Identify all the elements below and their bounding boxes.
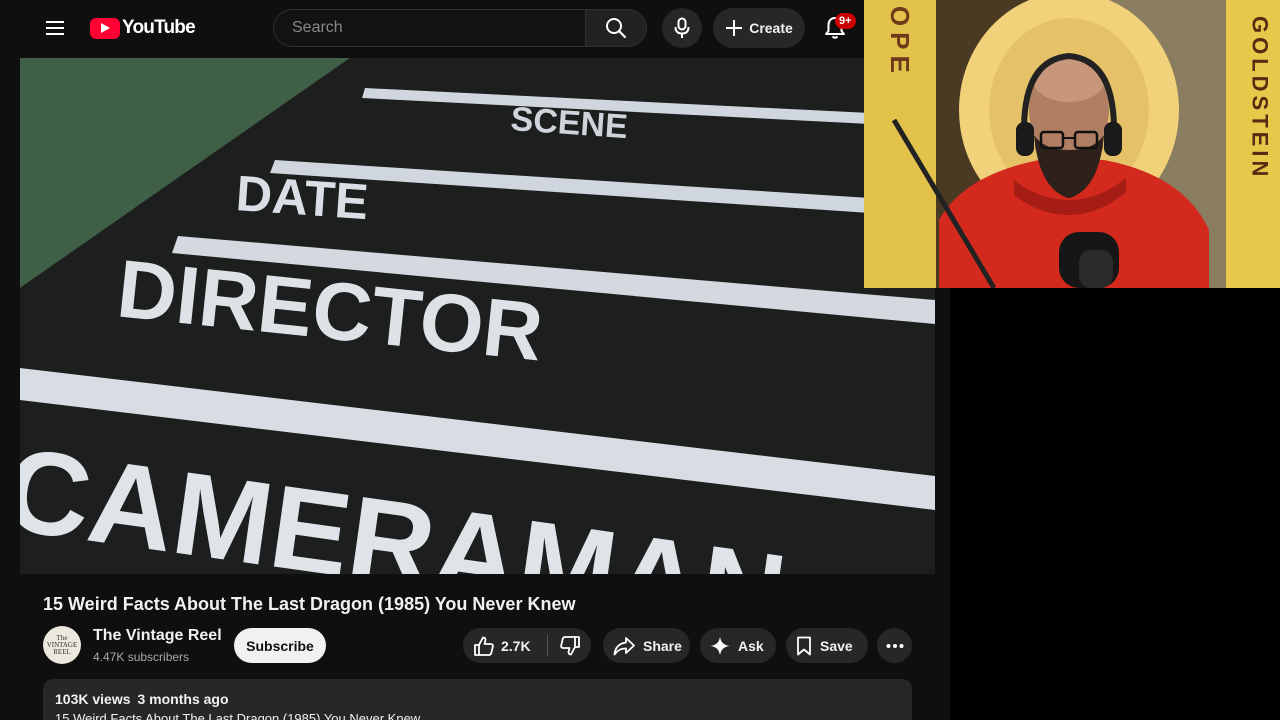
video-title: 15 Weird Facts About The Last Dragon (19…	[43, 594, 576, 614]
search-button[interactable]	[585, 9, 647, 47]
share-arrow-icon	[613, 636, 635, 655]
like-dislike-group: 2.7K	[463, 628, 591, 663]
create-button[interactable]: Create	[713, 8, 805, 48]
save-button[interactable]: Save	[786, 628, 868, 663]
create-label: Create	[749, 20, 793, 36]
more-actions-button[interactable]	[877, 628, 912, 663]
slate-label-date: DATE	[234, 165, 370, 230]
ask-button[interactable]: Ask	[700, 628, 776, 663]
share-label: Share	[643, 637, 682, 654]
description-box[interactable]: 103K views 3 months ago 15 Weird Facts Ab…	[43, 679, 912, 720]
avatar-line: REEL	[53, 647, 71, 656]
plus-icon	[726, 20, 743, 36]
save-label: Save	[820, 637, 853, 654]
channel-name[interactable]: The Vintage Reel	[93, 627, 222, 645]
voice-search-button[interactable]	[662, 8, 702, 48]
upload-age: 3 months ago	[137, 691, 229, 707]
subscriber-count: 4.47K subscribers	[93, 650, 190, 664]
webcam-overlay: HOPE GOLDSTEIN	[864, 0, 1280, 288]
webcam-feed: HOPE GOLDSTEIN	[864, 0, 1280, 288]
webcam-banner-left: HOPE	[885, 0, 915, 79]
webcam-banner-right: GOLDSTEIN	[1248, 16, 1273, 180]
microphone-icon	[674, 17, 690, 38]
like-count: 2.7K	[501, 637, 531, 654]
channel-avatar[interactable]: The VINTAGE REEL	[43, 626, 81, 664]
sparkle-icon	[710, 636, 730, 655]
view-count: 103K views	[55, 691, 131, 707]
bookmark-icon	[797, 636, 811, 655]
dislike-button[interactable]	[548, 628, 591, 663]
play-logo-icon	[90, 17, 120, 39]
youtube-window: YouTube Create	[0, 0, 950, 720]
logo-text: YouTube	[122, 17, 196, 38]
notification-count-badge: 9+	[835, 13, 856, 29]
menu-button[interactable]	[37, 10, 73, 46]
video-frame-clapperboard: SCENE DATE DIRECTOR CAMERAMAN	[20, 58, 935, 574]
thumbs-up-icon	[474, 636, 494, 656]
description-text: 15 Weird Facts About The Last Dragon (19…	[55, 711, 421, 720]
subscribe-button[interactable]: Subscribe	[234, 628, 326, 663]
search-icon	[606, 18, 627, 39]
search-box[interactable]	[273, 9, 585, 47]
masthead: YouTube Create	[0, 0, 950, 56]
video-player[interactable]: SCENE DATE DIRECTOR CAMERAMAN	[20, 58, 935, 574]
share-button[interactable]: Share	[603, 628, 690, 663]
youtube-logo[interactable]: YouTube	[90, 17, 196, 39]
ask-label: Ask	[738, 637, 764, 654]
search-input[interactable]	[290, 18, 585, 38]
like-button[interactable]: 2.7K	[463, 628, 531, 663]
more-horizontal-icon	[886, 643, 903, 648]
description-meta: 103K views 3 months ago	[55, 691, 229, 707]
hamburger-icon	[46, 21, 64, 35]
thumbs-down-icon	[559, 635, 580, 655]
